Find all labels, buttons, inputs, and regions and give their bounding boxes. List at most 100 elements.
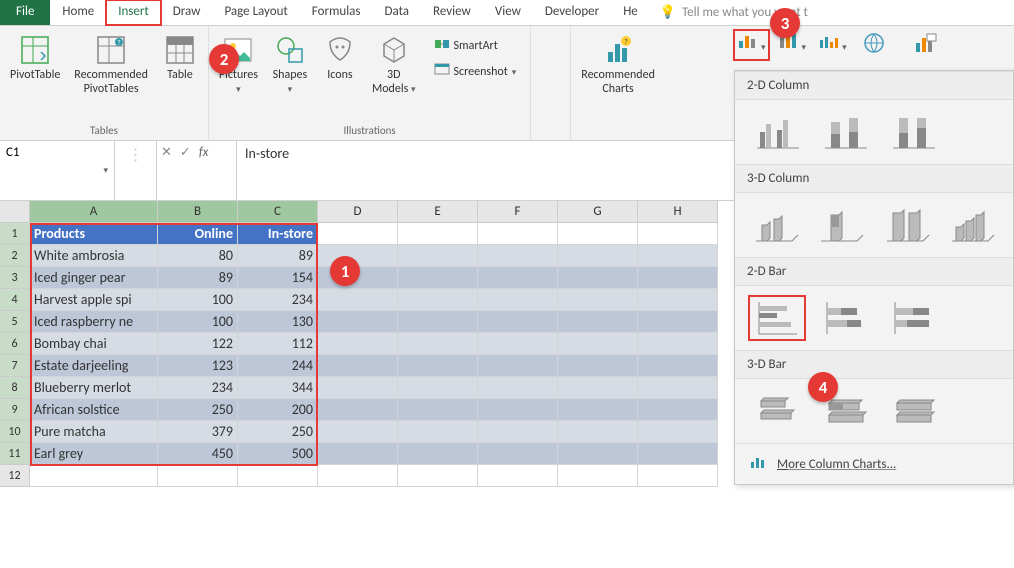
cell[interactable] xyxy=(558,355,638,377)
cancel-icon[interactable]: ✕ xyxy=(161,145,172,160)
stacked-bar-thumb[interactable] xyxy=(817,296,873,340)
cell[interactable] xyxy=(318,223,398,245)
cell[interactable] xyxy=(318,421,398,443)
row-header[interactable]: 12 xyxy=(0,465,30,487)
cell[interactable] xyxy=(318,377,398,399)
cell[interactable]: 379 xyxy=(158,421,238,443)
tab-developer[interactable]: Developer xyxy=(533,0,611,25)
cell[interactable] xyxy=(558,267,638,289)
row-header[interactable]: 5 xyxy=(0,311,30,333)
cell[interactable] xyxy=(318,289,398,311)
cell[interactable] xyxy=(558,421,638,443)
cell[interactable]: Earl grey xyxy=(30,443,158,465)
cell[interactable]: 122 xyxy=(158,333,238,355)
cell[interactable] xyxy=(638,311,718,333)
cell[interactable]: 450 xyxy=(158,443,238,465)
smartart-button[interactable]: SmartArt xyxy=(432,34,519,58)
cell[interactable] xyxy=(30,465,158,487)
cell[interactable] xyxy=(638,223,718,245)
cell[interactable]: 89 xyxy=(238,245,318,267)
3d-clustered-column-thumb[interactable] xyxy=(749,203,803,247)
cell[interactable] xyxy=(478,465,558,487)
cell[interactable]: 234 xyxy=(238,289,318,311)
cell[interactable] xyxy=(478,377,558,399)
cell[interactable]: 344 xyxy=(238,377,318,399)
cell[interactable]: African solstice xyxy=(30,399,158,421)
100-stacked-column-thumb[interactable] xyxy=(885,110,941,154)
cell[interactable] xyxy=(478,355,558,377)
cell[interactable] xyxy=(238,465,318,487)
tab-review[interactable]: Review xyxy=(421,0,483,25)
cell[interactable] xyxy=(638,245,718,267)
100-stacked-bar-thumb[interactable] xyxy=(885,296,941,340)
cell[interactable] xyxy=(398,333,478,355)
cell[interactable]: 250 xyxy=(238,421,318,443)
col-header[interactable]: B xyxy=(158,201,238,223)
cell[interactable] xyxy=(318,333,398,355)
cell[interactable] xyxy=(318,355,398,377)
cell[interactable] xyxy=(558,399,638,421)
tab-pagelayout[interactable]: Page Layout xyxy=(212,0,299,25)
cell[interactable]: Iced ginger pear xyxy=(30,267,158,289)
cells-area[interactable]: ProductsOnlineIn-storeWhite ambrosia8089… xyxy=(30,223,718,487)
cell[interactable] xyxy=(638,377,718,399)
select-all-corner[interactable] xyxy=(0,201,30,223)
row-header[interactable]: 9 xyxy=(0,399,30,421)
cell[interactable] xyxy=(398,311,478,333)
cell[interactable]: 100 xyxy=(158,311,238,333)
3d-stacked-column-thumb[interactable] xyxy=(815,203,869,247)
cell[interactable]: 154 xyxy=(238,267,318,289)
cell[interactable] xyxy=(558,289,638,311)
cell[interactable] xyxy=(638,399,718,421)
col-header[interactable]: G xyxy=(558,201,638,223)
cell[interactable]: 234 xyxy=(158,377,238,399)
3d-100-stacked-bar-thumb[interactable] xyxy=(885,389,941,433)
cell[interactable]: 80 xyxy=(158,245,238,267)
row-header[interactable]: 2 xyxy=(0,245,30,267)
cell[interactable] xyxy=(558,377,638,399)
enter-icon[interactable]: ✓ xyxy=(180,145,191,160)
cell[interactable]: Online xyxy=(158,223,238,245)
cell[interactable] xyxy=(478,421,558,443)
cell[interactable] xyxy=(638,421,718,443)
row-header[interactable]: 4 xyxy=(0,289,30,311)
cell[interactable] xyxy=(638,333,718,355)
cell[interactable] xyxy=(398,399,478,421)
cell[interactable] xyxy=(318,399,398,421)
cell[interactable] xyxy=(478,399,558,421)
table-button[interactable]: Table xyxy=(156,30,204,82)
cell[interactable]: 244 xyxy=(238,355,318,377)
3d-models-button[interactable]: 3D Models ▾ xyxy=(366,30,422,97)
pivottable-button[interactable]: PivotTable xyxy=(4,30,66,82)
cell[interactable]: In-store xyxy=(238,223,318,245)
cell[interactable] xyxy=(398,421,478,443)
cell[interactable]: 123 xyxy=(158,355,238,377)
fx-icon[interactable]: fx xyxy=(199,145,209,160)
cell[interactable]: Bombay chai xyxy=(30,333,158,355)
3d-column-thumb[interactable] xyxy=(946,203,1000,247)
cell[interactable] xyxy=(478,267,558,289)
tab-file[interactable]: File xyxy=(0,0,50,25)
cell[interactable] xyxy=(398,289,478,311)
col-header[interactable]: H xyxy=(638,201,718,223)
cell[interactable]: 130 xyxy=(238,311,318,333)
cell[interactable]: Products xyxy=(30,223,158,245)
cell[interactable] xyxy=(398,267,478,289)
col-header[interactable]: E xyxy=(398,201,478,223)
cell[interactable]: 500 xyxy=(238,443,318,465)
cell[interactable]: Blueberry merlot xyxy=(30,377,158,399)
tab-help[interactable]: He xyxy=(611,0,650,25)
cell[interactable] xyxy=(398,377,478,399)
cell[interactable] xyxy=(558,223,638,245)
cell[interactable]: 200 xyxy=(238,399,318,421)
cell[interactable] xyxy=(478,443,558,465)
cell[interactable]: 112 xyxy=(238,333,318,355)
cell[interactable] xyxy=(638,465,718,487)
bar-chart-dropdown[interactable]: ▾ xyxy=(815,30,850,60)
column-chart-dropdown[interactable]: ▾ xyxy=(734,30,769,60)
cell[interactable] xyxy=(558,443,638,465)
cell[interactable] xyxy=(398,355,478,377)
cell[interactable] xyxy=(398,245,478,267)
cell[interactable] xyxy=(158,465,238,487)
cell[interactable] xyxy=(638,267,718,289)
